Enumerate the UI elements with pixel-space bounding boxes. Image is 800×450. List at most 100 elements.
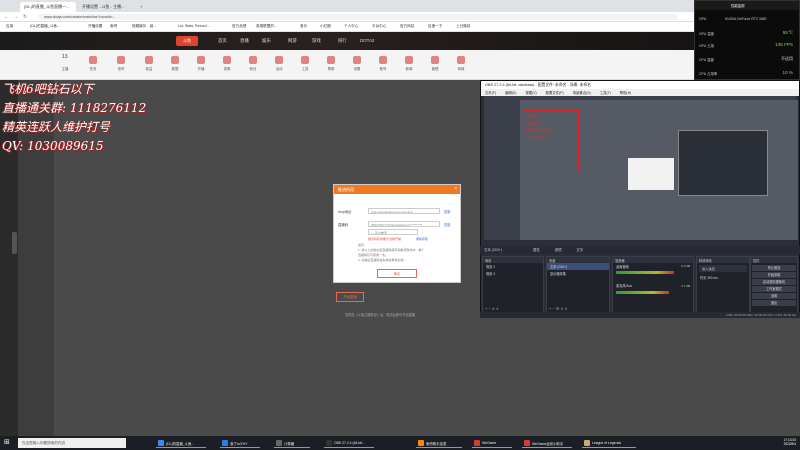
taskbar-item[interactable]: OBS 27.2.4 (64-bit... xyxy=(324,438,374,448)
bookmark-item[interactable]: LoL Stats, Record... xyxy=(178,24,210,28)
taskbar-item[interactable]: 鱼吧助手连麦 xyxy=(416,438,462,448)
bookmark-item[interactable]: 官方战绩 xyxy=(232,24,246,29)
bookmark-item[interactable]: 百度一下 xyxy=(428,24,442,29)
source-text-button[interactable]: 文字 xyxy=(576,248,583,252)
duration-field[interactable]: 300 ms xyxy=(707,276,717,280)
taskbar-item[interactable]: WeGame运动小助手 xyxy=(522,438,572,448)
mixer-dock: 混音器 桌面音频 0.0 dB 麦克风/Aux -1.7 dB xyxy=(612,256,694,314)
taskbar-item[interactable]: WeGame xyxy=(472,438,512,448)
refresh-link[interactable]: 重新获取 xyxy=(416,237,428,241)
start-live-button[interactable]: 开始直播 xyxy=(336,292,364,302)
nav-item[interactable]: 游戏 xyxy=(312,38,321,44)
obs-menu-item[interactable]: 配置文件(P) xyxy=(546,91,564,95)
bookmark-item[interactable]: 官方网站 xyxy=(400,24,414,29)
site-header: 首页 直播 娱乐 网游 游戏 排行 DOTA2 xyxy=(0,32,800,50)
overlay-line: 精英连跃人维护打号 xyxy=(2,120,111,134)
tool-item[interactable]: 帮助 xyxy=(322,56,340,71)
stream-code-field[interactable]: 2653796n7y3Ti3s?wsSecret=********** xyxy=(368,221,440,227)
rtmp-label: rtmp地址 xyxy=(338,210,352,214)
obs-status-bar: LIVE: 00:00:05 REC: 00:00:00 CPU: 2.4%, … xyxy=(480,312,800,318)
reload-icon[interactable]: ↻ xyxy=(23,14,27,20)
bookmark-item[interactable]: 个人中心 xyxy=(344,24,358,29)
tool-item[interactable]: 信号 xyxy=(112,56,130,71)
nav-item[interactable]: 首页 xyxy=(218,38,227,44)
close-icon[interactable]: × xyxy=(454,186,457,192)
obs-menu-item[interactable]: 场景集合(S) xyxy=(573,91,591,95)
bookmark-item[interactable]: (DL)的直播_斗鱼... xyxy=(30,24,60,29)
source-item[interactable]: 显示器采集 xyxy=(547,270,609,277)
tool-item[interactable]: 数据 xyxy=(166,56,184,71)
tool-item[interactable]: 工具 xyxy=(296,56,314,71)
tool-item[interactable]: 管理 xyxy=(426,56,444,71)
nav-item[interactable]: 娱乐 xyxy=(262,38,271,44)
bookmark-item[interactable]: 抳箱娱乐 - 锁... xyxy=(132,24,156,29)
obs-menu-item[interactable]: 帮助(H) xyxy=(620,91,632,95)
exit-button[interactable]: 退出 xyxy=(752,300,796,306)
taskbar-clock[interactable]: 17:13:03 2022/8/4 xyxy=(760,438,796,446)
taskbar-item[interactable]: 诶了hoTHY xyxy=(220,438,260,448)
tool-item[interactable]: 新闻 xyxy=(400,56,418,71)
scene-item[interactable]: 场景 3 xyxy=(483,270,543,277)
nav-item[interactable]: 网游 xyxy=(288,38,297,44)
taskbar-item[interactable]: (DL)的直播_斗鱼... xyxy=(156,438,206,448)
settings-button[interactable]: 设置 xyxy=(752,293,796,299)
bookmark-item[interactable]: 应用 xyxy=(6,24,13,29)
obs-menu-item[interactable]: 工具(T) xyxy=(600,91,611,95)
site-logo[interactable]: 斗鱼 xyxy=(176,36,198,46)
tool-item[interactable]: 商城 xyxy=(452,56,470,71)
tool-item[interactable]: 设置 xyxy=(348,56,366,71)
tool-item[interactable]: 收益 xyxy=(140,56,158,71)
push-type-select[interactable]: — 平台推流 xyxy=(368,229,418,235)
taskbar-search-input[interactable]: 在这里输入你要搜索的内容 xyxy=(18,438,126,448)
tool-item[interactable]: 活动 xyxy=(270,56,288,71)
obs-menu-item[interactable]: 编辑(E) xyxy=(505,91,516,95)
tool-item[interactable]: 任务 xyxy=(84,56,102,71)
windows-start-icon[interactable]: ⊞ xyxy=(4,439,12,447)
bookmark-item[interactable]: 平台中心 xyxy=(372,24,386,29)
taskbar-item[interactable]: League of Legends xyxy=(582,438,636,448)
source-item[interactable]: 文本 (GDI+) xyxy=(547,263,609,270)
source-properties-button[interactable]: 属性 xyxy=(533,248,540,252)
forward-icon[interactable]: → xyxy=(13,14,18,20)
url-input[interactable]: www.douyu.com/creator/main/live?roomId=.… xyxy=(38,14,678,20)
taskbar-item[interactable]: 计算器 xyxy=(274,438,310,448)
nav-item[interactable]: 排行 xyxy=(338,38,347,44)
tab-douyu-live[interactable]: (DL)的直播_斗鱼直播一... xyxy=(20,2,76,12)
bookmark-item[interactable]: 鱼吧 xyxy=(110,24,117,29)
tool-item[interactable]: 开播 xyxy=(192,56,210,71)
tool-item[interactable]: 13 主播 xyxy=(56,54,74,71)
tool-item[interactable]: 账号 xyxy=(374,56,392,71)
tool-item[interactable]: 粉丝 xyxy=(244,56,262,71)
bookmark-item[interactable]: 音乐 xyxy=(300,24,307,29)
text-source-selection-box[interactable] xyxy=(523,110,579,172)
source-controls[interactable]: + − ⚙ ∧ ∨ xyxy=(549,306,568,311)
bookmark-item[interactable]: 小红圈 xyxy=(320,24,331,29)
rtmp-address-field[interactable]: rtmp://sendtc3a.douyu.com/live xyxy=(368,208,440,214)
stop-streaming-button[interactable]: 停止推流 xyxy=(752,265,796,271)
bookmark-item[interactable]: 开播设置 xyxy=(88,24,102,29)
tab-stream-settings[interactable]: 开播设置 - 斗鱼 - 主播... xyxy=(78,2,134,12)
transition-select[interactable]: 淡入淡出 xyxy=(699,265,747,272)
copy-rtmp-button[interactable]: 复制 xyxy=(444,209,450,214)
tool-item[interactable]: 录像 xyxy=(218,56,236,71)
scene-item[interactable]: 场景 2 xyxy=(483,263,543,270)
scene-controls[interactable]: + − ∧ ∨ xyxy=(485,306,499,311)
nav-item[interactable]: 直播 xyxy=(240,38,249,44)
source-filters-button[interactable]: 滤镜 xyxy=(555,248,562,252)
new-tab-button[interactable]: + xyxy=(136,2,146,12)
copy-code-button[interactable]: 复制 xyxy=(444,222,450,227)
tool-icon xyxy=(431,56,439,64)
obs-menu-item[interactable]: 文件(F) xyxy=(485,91,496,95)
tool-icon xyxy=(223,56,231,64)
start-recording-button[interactable]: 开始录制 xyxy=(752,272,796,278)
mixer-channel-db: 0.0 dB xyxy=(681,264,690,268)
dialog-confirm-button[interactable]: 确定 xyxy=(377,269,417,278)
bookmark-item[interactable]: 上分路线 xyxy=(456,24,470,29)
bookmark-item[interactable]: 英雄联盟的... xyxy=(256,24,277,29)
studio-mode-button[interactable]: 工作室模式 xyxy=(752,286,796,292)
side-collapse-handle[interactable] xyxy=(12,232,17,254)
virtual-camera-button[interactable]: 启动虚拟摄像机 xyxy=(752,279,796,285)
back-icon[interactable]: ← xyxy=(4,14,9,20)
obs-menu-item[interactable]: 视图(V) xyxy=(525,91,536,95)
nav-item[interactable]: DOTA2 xyxy=(360,38,374,43)
